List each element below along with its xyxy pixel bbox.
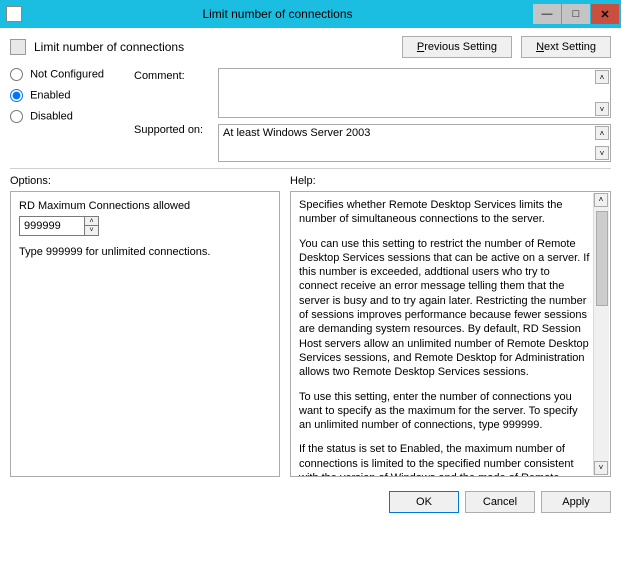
scroll-down-icon[interactable]: ˅	[595, 146, 609, 160]
cancel-button[interactable]: Cancel	[465, 491, 535, 513]
apply-button[interactable]: Apply	[541, 491, 611, 513]
previous-setting-button[interactable]: Previous Setting	[402, 36, 512, 58]
comment-label: Comment:	[134, 68, 214, 82]
scroll-down-icon[interactable]: ˅	[595, 102, 609, 116]
radio-not-configured[interactable]: Not Configured	[10, 68, 130, 81]
options-hint: Type 999999 for unlimited connections.	[19, 246, 271, 258]
dialog-footer: OK Cancel Apply	[0, 483, 621, 513]
supported-textbox: At least Windows Server 2003 ˄ ˅	[218, 124, 611, 162]
help-text: Specifies whether Remote Desktop Service…	[299, 198, 590, 227]
scroll-up-icon[interactable]: ˄	[595, 126, 609, 140]
close-button[interactable]: ✕	[591, 4, 619, 24]
policy-icon	[10, 39, 26, 55]
scroll-down-icon[interactable]: ˅	[594, 461, 608, 475]
minimize-button[interactable]: —	[533, 4, 561, 24]
supported-label: Supported on:	[134, 122, 214, 136]
state-radios: Not Configured Enabled Disabled	[10, 68, 130, 131]
divider	[10, 168, 611, 169]
options-label: Options:	[10, 175, 280, 187]
help-text: You can use this setting to restrict the…	[299, 237, 590, 380]
window-icon	[6, 6, 22, 22]
scroll-up-icon[interactable]: ˄	[595, 70, 609, 84]
window-controls: — □ ✕	[533, 3, 619, 25]
window-title: Limit number of connections	[22, 7, 533, 21]
rd-max-input[interactable]	[19, 216, 85, 236]
radio-enabled[interactable]: Enabled	[10, 89, 130, 102]
maximize-button[interactable]: □	[562, 4, 590, 24]
help-text: To use this setting, enter the number of…	[299, 390, 590, 433]
comment-textbox[interactable]: ˄ ˅	[218, 68, 611, 118]
options-panel: RD Maximum Connections allowed ˄ ˅ Type …	[10, 191, 280, 477]
rd-max-spinner[interactable]: ˄ ˅	[19, 216, 271, 236]
scroll-up-icon[interactable]: ˄	[594, 193, 608, 207]
page-title: Limit number of connections	[34, 40, 184, 54]
radio-disabled[interactable]: Disabled	[10, 110, 130, 123]
spinner-up-icon[interactable]: ˄	[84, 216, 99, 226]
spinner-down-icon[interactable]: ˅	[84, 226, 99, 236]
scroll-thumb[interactable]	[596, 211, 608, 306]
rd-max-label: RD Maximum Connections allowed	[19, 200, 271, 212]
help-label: Help:	[290, 175, 611, 187]
help-panel: Specifies whether Remote Desktop Service…	[290, 191, 611, 477]
help-text: If the status is set to Enabled, the max…	[299, 442, 590, 477]
help-scrollbar[interactable]: ˄ ˅	[593, 193, 609, 475]
ok-button[interactable]: OK	[389, 491, 459, 513]
next-setting-button[interactable]: Next Setting	[521, 36, 611, 58]
supported-value: At least Windows Server 2003	[223, 127, 370, 139]
titlebar: Limit number of connections — □ ✕	[0, 0, 621, 28]
